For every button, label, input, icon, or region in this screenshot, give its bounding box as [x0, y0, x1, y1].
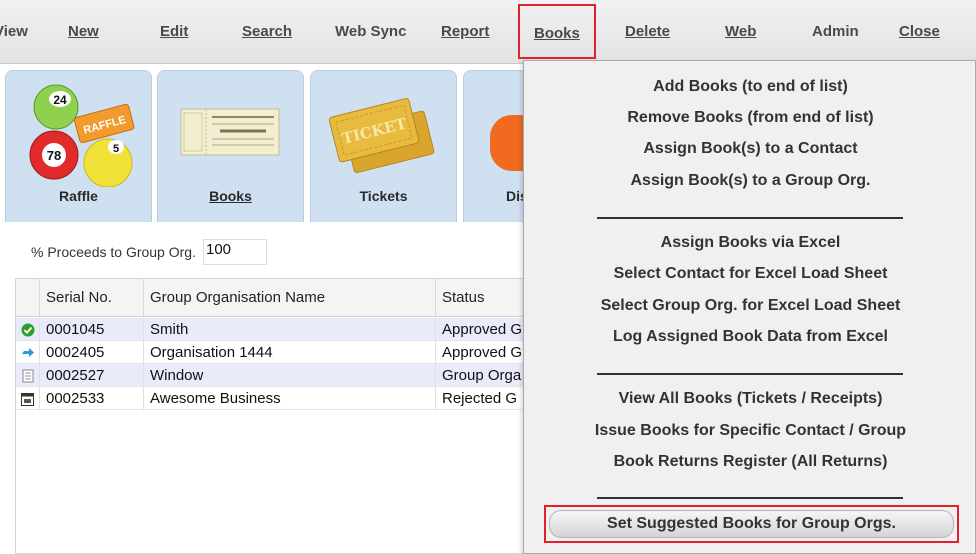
ticket-icon: TICKET [329, 98, 435, 173]
ball-number-top: 24 [53, 93, 67, 107]
menu-close[interactable]: Close [899, 0, 940, 64]
ball-number-red: 78 [47, 148, 61, 163]
menu-book-returns-register[interactable]: Book Returns Register (All Returns) [524, 449, 976, 475]
document-icon [16, 364, 39, 387]
check-icon [16, 318, 39, 341]
menu-separator [597, 217, 903, 219]
menu-web[interactable]: Web [725, 0, 756, 64]
menu-report[interactable]: Report [441, 0, 489, 64]
tile-tickets-label: Tickets [359, 188, 408, 204]
ball-number-yellow: 5 [113, 143, 119, 155]
calendar-icon [16, 387, 39, 410]
cell-serial: 0002405 [39, 341, 143, 364]
cell-name: Awesome Business [143, 387, 435, 410]
cell-serial: 0001045 [39, 318, 143, 341]
grid-header: Serial No. Group Organisation Name Statu… [16, 279, 534, 317]
app-window: View New Edit Search Web Sync Report Boo… [0, 0, 976, 554]
cell-status: Group Orga [435, 364, 536, 387]
menu-separator [597, 497, 903, 499]
book-ticket-icon [180, 108, 280, 156]
menu-assign-books-excel[interactable]: Assign Books via Excel [524, 230, 976, 256]
tile-books[interactable]: Books [157, 70, 304, 222]
menu-admin[interactable]: Admin [812, 0, 859, 64]
cell-name: Window [143, 364, 435, 387]
menu-issue-books[interactable]: Issue Books for Specific Contact / Group [524, 418, 976, 444]
proceeds-label: % Proceeds to Group Org. [31, 244, 196, 260]
highlight-frame: Set Suggested Books for Group Orgs. [544, 505, 959, 543]
menu-web-sync[interactable]: Web Sync [335, 0, 406, 64]
arrow-right-icon [16, 341, 39, 364]
menu-log-assigned-book-data[interactable]: Log Assigned Book Data from Excel [524, 324, 976, 350]
menu-search[interactable]: Search [242, 0, 292, 64]
cell-status: Approved G [435, 341, 536, 364]
raffle-balls-icon: 24 RAFFLE 5 78 [29, 84, 135, 187]
menu-bar: View New Edit Search Web Sync Report Boo… [0, 0, 976, 64]
table-row[interactable]: 0002527 Window Group Orga [16, 364, 534, 387]
books-grid: Serial No. Group Organisation Name Statu… [15, 278, 535, 554]
cell-serial: 0002527 [39, 364, 143, 387]
menu-view[interactable]: View [0, 0, 28, 64]
menu-select-contact-excel[interactable]: Select Contact for Excel Load Sheet [524, 261, 976, 287]
table-row[interactable]: 0001045 Smith Approved G [16, 318, 534, 341]
menu-select-group-org-excel[interactable]: Select Group Org. for Excel Load Sheet [524, 293, 976, 319]
column-status[interactable]: Status [435, 279, 536, 317]
cell-status: Approved G [435, 318, 536, 341]
menu-set-suggested-books[interactable]: Set Suggested Books for Group Orgs. [549, 510, 954, 538]
tile-raffle-label: Raffle [59, 188, 98, 204]
cell-status: Rejected G [435, 387, 536, 410]
menu-remove-books[interactable]: Remove Books (from end of list) [524, 105, 976, 131]
column-group-org-name[interactable]: Group Organisation Name [143, 279, 435, 317]
tile-raffle[interactable]: 24 RAFFLE 5 78 Raffle [5, 70, 152, 222]
menu-assign-books-contact[interactable]: Assign Book(s) to a Contact [524, 136, 976, 162]
table-row[interactable]: 0002533 Awesome Business Rejected G [16, 387, 534, 410]
menu-separator [597, 373, 903, 375]
cell-serial: 0002533 [39, 387, 143, 410]
cell-name: Smith [143, 318, 435, 341]
menu-view-all-books[interactable]: View All Books (Tickets / Receipts) [524, 386, 976, 412]
menu-edit[interactable]: Edit [160, 0, 188, 64]
table-row[interactable]: 0002405 Organisation 1444 Approved G [16, 341, 534, 364]
proceeds-input[interactable]: 100 [203, 239, 267, 265]
menu-books[interactable]: Books [518, 4, 596, 59]
menu-new[interactable]: New [68, 0, 99, 64]
column-serial-no[interactable]: Serial No. [39, 279, 143, 317]
cell-name: Organisation 1444 [143, 341, 435, 364]
menu-add-books[interactable]: Add Books (to end of list) [524, 74, 976, 100]
tile-books-label: Books [209, 188, 252, 204]
menu-assign-books-group-org[interactable]: Assign Book(s) to a Group Org. [524, 168, 976, 194]
books-dropdown-menu: Add Books (to end of list) Remove Books … [523, 60, 976, 554]
tile-tickets[interactable]: TICKET Tickets [310, 70, 457, 222]
menu-delete[interactable]: Delete [625, 0, 670, 64]
